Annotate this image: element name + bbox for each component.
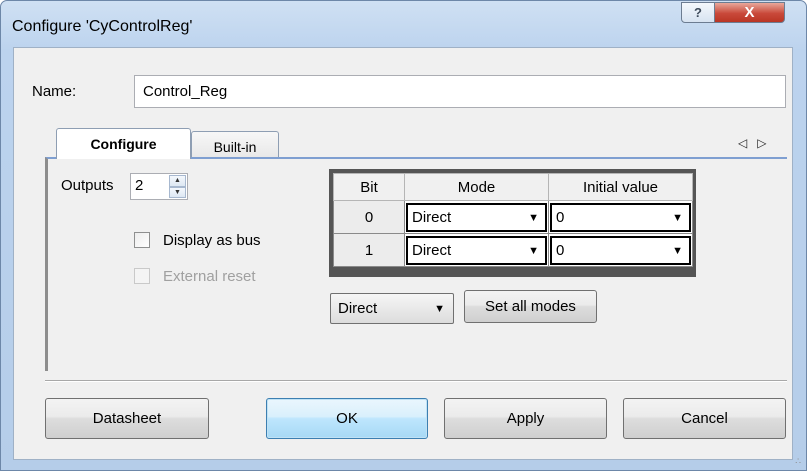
mode-value: Direct xyxy=(412,208,452,226)
column-header-mode: Mode xyxy=(404,173,549,201)
display-as-bus-label[interactable]: Display as bus xyxy=(163,232,261,249)
initial-value-cell: 0 ▼ xyxy=(548,200,693,234)
tab-scroll-left-icon[interactable]: ◁ xyxy=(738,136,757,150)
configure-dialog: Configure 'CyControlReg' ? X Name: Confi… xyxy=(0,0,807,471)
set-all-modes-button[interactable]: Set all modes xyxy=(464,290,597,323)
external-reset-label: External reset xyxy=(163,268,256,285)
external-reset-checkbox xyxy=(134,268,150,284)
cancel-button[interactable]: Cancel xyxy=(623,398,786,439)
chevron-down-icon[interactable]: ▼ xyxy=(434,303,445,315)
mode-dropdown[interactable]: Direct ▼ xyxy=(406,202,547,232)
mode-dropdown[interactable]: Direct ▼ xyxy=(406,235,547,265)
column-header-bit: Bit xyxy=(333,173,405,201)
mode-cell: Direct ▼ xyxy=(404,200,549,234)
resize-grip-icon[interactable]: ∴ xyxy=(795,456,802,467)
display-as-bus-checkbox[interactable] xyxy=(134,232,150,248)
bit-cell: 1 xyxy=(333,233,405,267)
table-row: 0 Direct ▼ 0 ▼ xyxy=(333,200,693,234)
stepper-up-icon[interactable]: ▲ xyxy=(169,175,186,187)
window-title: Configure 'CyControlReg' xyxy=(12,18,193,35)
chevron-down-icon[interactable]: ▼ xyxy=(528,212,539,224)
name-label: Name: xyxy=(32,83,77,100)
chevron-down-icon[interactable]: ▼ xyxy=(528,245,539,257)
bit-mode-grid: Bit Mode Initial value 0 Direct ▼ 0 ▼ 1 Di… xyxy=(329,169,696,277)
footer-divider xyxy=(45,380,787,382)
table-row: 1 Direct ▼ 0 ▼ xyxy=(333,233,693,267)
initial-value-dropdown[interactable]: 0 ▼ xyxy=(550,235,691,265)
bit-mode-table: Bit Mode Initial value 0 Direct ▼ 0 ▼ 1 Di… xyxy=(333,173,693,267)
outputs-label: Outputs xyxy=(61,177,114,194)
initial-value-dropdown[interactable]: 0 ▼ xyxy=(550,202,691,232)
tab-configure[interactable]: Configure xyxy=(56,128,191,159)
close-icon: X xyxy=(744,4,755,21)
mode-value: Direct xyxy=(412,241,452,259)
apply-button[interactable]: Apply xyxy=(444,398,607,439)
column-header-initial-value: Initial value xyxy=(548,173,693,201)
table-header-row: Bit Mode Initial value xyxy=(333,173,693,201)
name-input[interactable] xyxy=(134,75,786,108)
initial-value: 0 xyxy=(556,241,565,259)
initial-value: 0 xyxy=(556,208,565,226)
ok-button[interactable]: OK xyxy=(266,398,428,439)
all-modes-value: Direct xyxy=(338,300,378,317)
datasheet-button[interactable]: Datasheet xyxy=(45,398,209,439)
stepper-down-icon[interactable]: ▼ xyxy=(169,186,186,198)
initial-value-cell: 0 ▼ xyxy=(548,233,693,267)
help-button[interactable]: ? xyxy=(681,2,715,23)
close-button[interactable]: X xyxy=(714,2,785,23)
chevron-down-icon[interactable]: ▼ xyxy=(672,245,683,257)
outputs-value[interactable]: 2 xyxy=(135,177,143,194)
chevron-down-icon[interactable]: ▼ xyxy=(672,212,683,224)
stepper-buttons: ▲ ▼ xyxy=(169,175,186,198)
help-icon: ? xyxy=(694,5,702,20)
tab-scroll-right-icon[interactable]: ▷ xyxy=(757,136,776,150)
all-modes-select[interactable]: Direct ▼ xyxy=(330,293,454,324)
bit-cell: 0 xyxy=(333,200,405,234)
outputs-stepper[interactable]: 2 ▲ ▼ xyxy=(130,173,188,200)
tab-scroll-arrows: ◁▷ xyxy=(738,136,776,150)
mode-cell: Direct ▼ xyxy=(404,233,549,267)
